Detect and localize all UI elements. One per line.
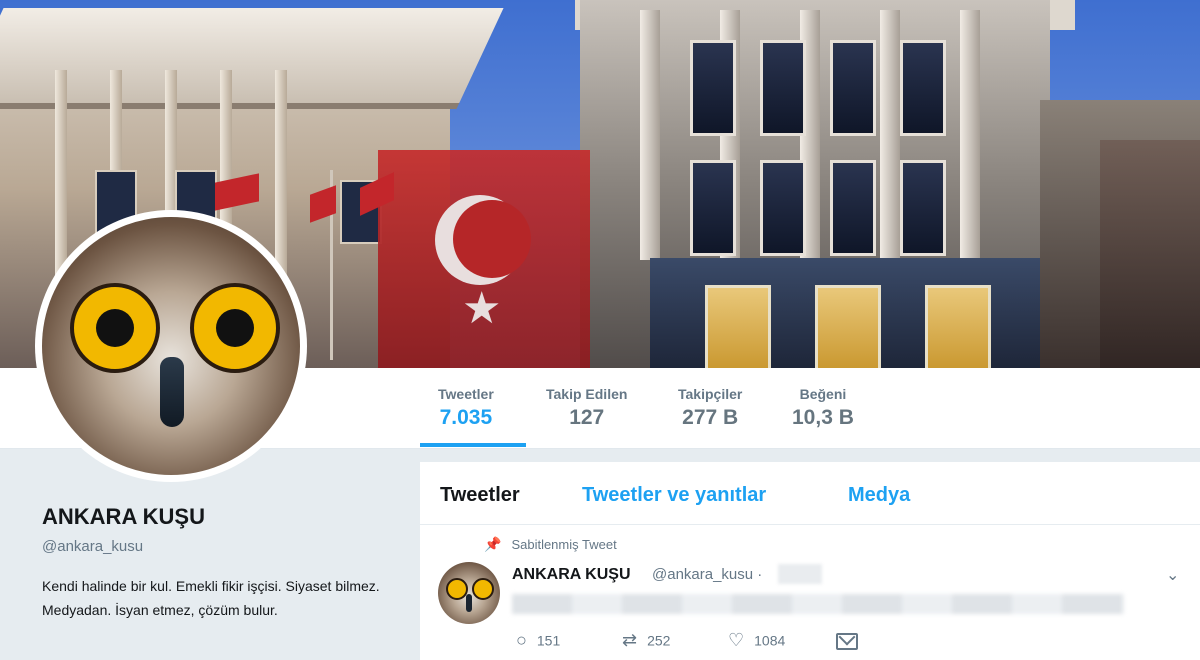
owl-eye [472,578,494,600]
owl-avatar-image [42,217,300,475]
pinned-tweet-label: 📌 Sabitlenmiş Tweet [484,536,617,553]
reply-count: 151 [536,632,561,649]
flag-crescent-cut [453,200,531,278]
stat-value: 10,3 B [792,406,854,429]
owl-eye [190,283,280,373]
like-count: 1084 [754,632,786,649]
stat-tweets[interactable]: Tweetler 7.035 [438,386,494,430]
owl-beak [466,594,472,612]
retweet-count: 252 [647,632,671,649]
pin-icon: 📌 [484,536,502,552]
tweet-author-handle[interactable]: @ankara_kusu · [652,566,762,583]
envelope-icon[interactable] [836,633,858,650]
like-button[interactable]: ♡ 1084 [728,630,785,651]
chevron-down-icon[interactable]: ⌄ [1166,565,1179,585]
banner-window [760,160,806,256]
stat-following[interactable]: Takip Edilen 127 [546,386,627,430]
banner-door [925,285,991,368]
banner-column [880,10,900,260]
banner-window [900,160,946,256]
banner-column [960,10,980,260]
stat-label: Beğeni [799,386,847,402]
stat-likes[interactable]: Beğeni 10,3 B [792,386,854,430]
tweet-author-name[interactable]: ANKARA KUŞU [512,566,631,584]
stat-followers[interactable]: Takipçiler 277 B [678,386,742,430]
banner-door [705,285,771,368]
owl-eye [446,578,468,600]
banner-window [900,40,946,136]
banner-portrait-overlay [1100,140,1200,368]
profile-avatar[interactable] [35,210,307,482]
stat-value: 127 [569,406,605,429]
tab-tweets-and-replies[interactable]: Tweetler ve yanıtlar [582,484,766,507]
banner-roof [0,8,504,109]
retweet-icon: ⇄ [622,630,638,650]
owl-beak [160,357,184,427]
stat-label: Takipçiler [678,386,743,402]
stat-value: 7.035 [439,406,493,429]
retweet-button[interactable]: ⇄ 252 [622,630,670,651]
tab-media[interactable]: Medya [848,484,910,507]
pinned-label-text: Sabitlenmiş Tweet [511,537,617,552]
banner-window [830,40,876,136]
banner-window [690,160,736,256]
banner-column [640,10,660,260]
profile-bio: Kendi halinde bir kul. Emekli fikir işçi… [42,578,380,618]
reply-button[interactable]: ○ 151 [516,630,560,651]
banner-window [830,160,876,256]
banner-door [815,285,881,368]
tweet-text-redacted [512,594,1124,614]
owl-eye [70,283,160,373]
tab-tweets[interactable]: Tweetler [440,484,520,507]
tweet-date-redacted [778,564,822,584]
reply-icon: ○ [516,630,527,650]
active-stat-underline [420,443,526,447]
profile-handle[interactable]: @ankara_kusu [42,538,143,555]
heart-icon: ♡ [728,630,745,650]
banner-window [760,40,806,136]
banner-window [690,40,736,136]
tweet-author-avatar[interactable] [438,562,500,624]
timeline-tabs: Tweetler Tweetler ve yanıtlar Medya [420,462,1200,525]
flag-star-icon: ★ [462,284,502,333]
stat-label: Tweetler [438,386,494,402]
profile-name[interactable]: ANKARA KUŞU [42,504,205,530]
stat-label: Takip Edilen [546,386,628,402]
stat-value: 277 B [682,406,739,429]
